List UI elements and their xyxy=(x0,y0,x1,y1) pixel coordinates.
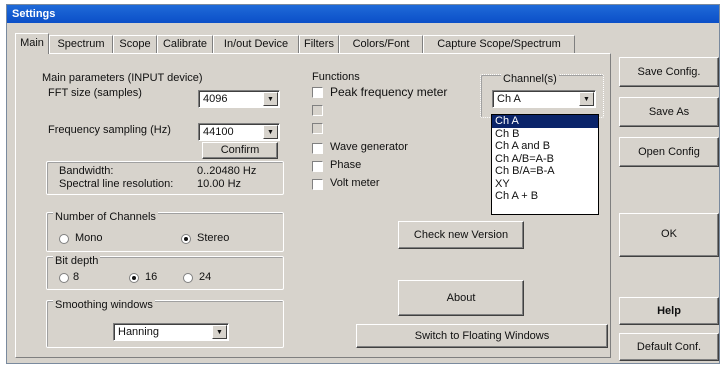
save-as-button[interactable]: Save As xyxy=(619,97,719,127)
channel-dropdown-list: Ch A Ch B Ch A and B Ch A/B=A-B Ch B/A=B… xyxy=(491,114,599,215)
default-conf-button[interactable]: Default Conf. xyxy=(619,333,719,361)
chevron-down-icon: ▼ xyxy=(263,125,278,139)
bandwidth-value: 0..20480 Hz xyxy=(197,165,257,177)
tab-calibrate[interactable]: Calibrate xyxy=(157,35,213,53)
tab-scope[interactable]: Scope xyxy=(113,35,157,53)
fft-size-select[interactable]: 4096 ▼ xyxy=(198,90,280,108)
bandwidth-box: Bandwidth: 0..20480 Hz Spectral line res… xyxy=(46,161,284,195)
open-config-button[interactable]: Open Config xyxy=(619,137,719,167)
channel-option-xy[interactable]: XY xyxy=(492,178,598,191)
mono-radio[interactable] xyxy=(59,234,69,244)
fft-size-value: 4096 xyxy=(203,93,228,105)
tab-main[interactable]: Main xyxy=(15,33,49,54)
wave-generator-checkbox[interactable] xyxy=(312,143,323,154)
bitdepth-24-radio[interactable] xyxy=(183,273,193,283)
volt-meter-label: Volt meter xyxy=(330,177,380,189)
stereo-radio[interactable] xyxy=(181,234,191,244)
tab-capture[interactable]: Capture Scope/Spectrum xyxy=(423,35,575,53)
resolution-label: Spectral line resolution: xyxy=(59,178,174,190)
chevron-down-icon: ▼ xyxy=(263,92,278,106)
phase-checkbox[interactable] xyxy=(312,161,323,172)
bit-depth-group: Bit depth 8 16 24 xyxy=(46,255,284,290)
fft-size-label: FFT size (samples) xyxy=(48,87,142,99)
channel-select[interactable]: Ch A ▼ xyxy=(492,90,596,108)
number-of-channels-group: Number of Channels Mono Stereo xyxy=(46,211,284,252)
peak-frequency-label: Peak frequency meter xyxy=(330,85,448,99)
channel-option-ch-a-and-b[interactable]: Ch A and B xyxy=(492,140,598,153)
tab-inout-device[interactable]: In/out Device xyxy=(213,35,299,53)
bitdepth-8-label: 8 xyxy=(73,271,80,283)
channel-option-ch-b[interactable]: Ch B xyxy=(492,128,598,141)
disabled-function-checkbox-1 xyxy=(312,105,323,116)
smoothing-windows-group: Smoothing windows Hanning ▼ xyxy=(46,299,284,348)
chevron-down-icon: ▼ xyxy=(212,325,227,339)
ok-button[interactable]: OK xyxy=(619,213,719,257)
tab-spectrum[interactable]: Spectrum xyxy=(49,35,113,53)
check-new-version-button[interactable]: Check new Version xyxy=(398,221,524,249)
save-config-button[interactable]: Save Config. xyxy=(619,57,719,87)
channel-option-ch-b-a[interactable]: Ch B/A=B-A xyxy=(492,165,598,178)
smoothing-window-value: Hanning xyxy=(118,326,159,338)
smoothing-window-select[interactable]: Hanning ▼ xyxy=(113,323,229,341)
channel-option-ch-a-plus-b[interactable]: Ch A + B xyxy=(492,190,598,203)
phase-label: Phase xyxy=(330,159,362,171)
switch-floating-windows-button[interactable]: Switch to Floating Windows xyxy=(356,324,608,348)
help-button[interactable]: Help xyxy=(619,297,719,325)
confirm-button[interactable]: Confirm xyxy=(202,142,278,159)
bit-depth-label: Bit depth xyxy=(53,255,101,267)
resolution-value: 10.00 Hz xyxy=(197,178,242,190)
volt-meter-checkbox[interactable] xyxy=(312,179,323,190)
window-title: Settings xyxy=(7,5,719,23)
disabled-function-checkbox-2 xyxy=(312,123,323,134)
frequency-sampling-select[interactable]: 44100 ▼ xyxy=(198,123,280,141)
wave-generator-label: Wave generator xyxy=(330,141,408,153)
frequency-sampling-label: Frequency sampling (Hz) xyxy=(48,124,171,136)
tab-colors-font[interactable]: Colors/Font xyxy=(339,35,423,53)
tab-filters[interactable]: Filters xyxy=(299,35,339,53)
channel-option-ch-a-b[interactable]: Ch A/B=A-B xyxy=(492,153,598,166)
stereo-label: Stereo xyxy=(197,232,230,244)
bitdepth-16-radio[interactable] xyxy=(129,273,139,283)
bandwidth-label: Bandwidth: xyxy=(59,165,114,177)
chevron-down-icon: ▼ xyxy=(579,92,594,106)
right-button-panel: Save Config. Save As Open Config OK Help… xyxy=(619,53,719,363)
channel-option-ch-a[interactable]: Ch A xyxy=(492,115,598,128)
channels-label: Channel(s) xyxy=(501,73,559,85)
settings-window: Settings Main Spectrum Scope Calibrate I… xyxy=(6,4,720,364)
number-of-channels-label: Number of Channels xyxy=(53,211,158,223)
functions-heading: Functions xyxy=(312,71,360,83)
about-button[interactable]: About xyxy=(398,280,524,316)
main-params-heading: Main parameters (INPUT device) xyxy=(42,72,203,84)
bitdepth-16-label: 16 xyxy=(145,271,158,283)
smoothing-windows-label: Smoothing windows xyxy=(53,299,155,311)
mono-label: Mono xyxy=(75,232,103,244)
frequency-sampling-value: 44100 xyxy=(203,126,234,138)
peak-frequency-checkbox[interactable] xyxy=(312,87,323,98)
channel-select-value: Ch A xyxy=(497,93,521,105)
bitdepth-24-label: 24 xyxy=(199,271,212,283)
bitdepth-8-radio[interactable] xyxy=(59,273,69,283)
